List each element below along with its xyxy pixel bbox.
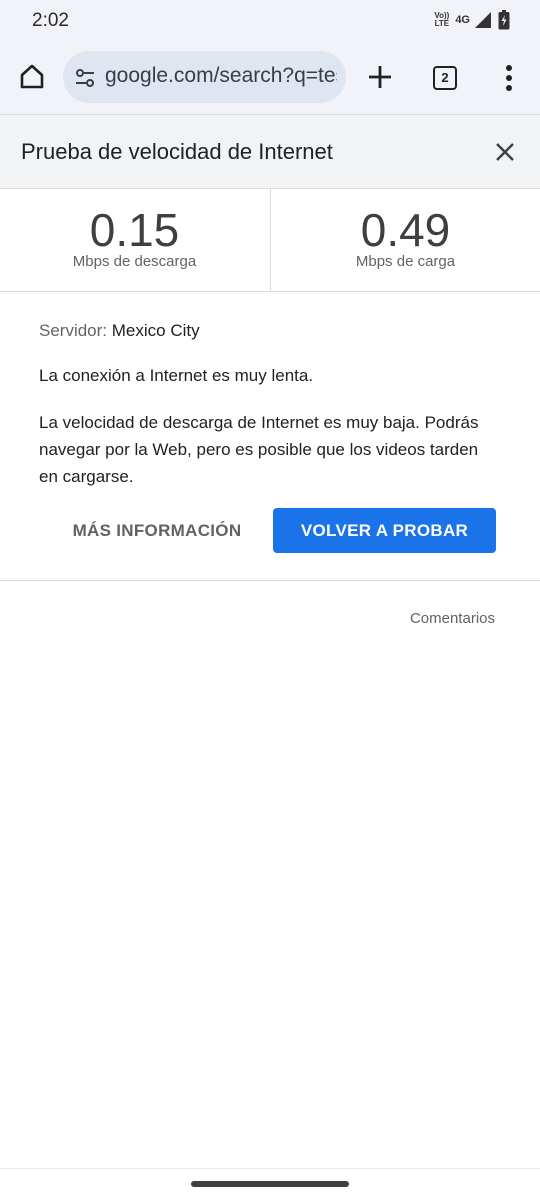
download-metric: 0.15 Mbps de descarga bbox=[0, 188, 269, 291]
omnibox[interactable]: google.com/search?q=test+de+velocidad bbox=[63, 51, 346, 103]
navigation-bar bbox=[0, 1168, 540, 1201]
browser-toolbar: google.com/search?q=test+de+velocidad 2 bbox=[0, 42, 540, 114]
speed-test-title: Prueba de velocidad de Internet bbox=[21, 139, 333, 164]
download-unit: Mbps de descarga bbox=[72, 253, 197, 270]
speed-metrics: 0.15 Mbps de descarga 0.49 Mbps de carga bbox=[0, 188, 540, 292]
close-icon[interactable] bbox=[491, 138, 519, 166]
status-bar: 2:02 Vo)) LTE 4G bbox=[0, 0, 540, 42]
home-button[interactable] bbox=[14, 58, 50, 94]
more-vert-icon[interactable] bbox=[499, 63, 519, 93]
volte-bottom-text: LTE bbox=[434, 19, 450, 28]
tune-icon[interactable] bbox=[73, 66, 97, 90]
tab-switcher-icon[interactable]: 2 bbox=[433, 66, 457, 90]
home-icon bbox=[20, 64, 44, 89]
plus-icon[interactable] bbox=[364, 61, 396, 93]
upload-value: 0.49 bbox=[360, 204, 451, 256]
status-time: 2:02 bbox=[32, 10, 69, 31]
section-divider bbox=[0, 580, 540, 581]
signal-icon bbox=[475, 12, 491, 28]
battery-icon bbox=[498, 10, 510, 30]
volte-icon: Vo)) LTE bbox=[434, 12, 449, 28]
gesture-handle[interactable] bbox=[191, 1181, 349, 1187]
server-value: Mexico City bbox=[111, 321, 200, 340]
speed-description: La velocidad de descarga de Internet es … bbox=[39, 413, 479, 486]
download-value: 0.15 bbox=[89, 204, 180, 256]
status-icons: Vo)) LTE 4G bbox=[434, 9, 510, 31]
upload-unit: Mbps de carga bbox=[355, 253, 456, 270]
server-label: Servidor: bbox=[39, 321, 108, 340]
network-type: 4G bbox=[455, 14, 470, 26]
url-text[interactable]: google.com/search?q=test+de+velocidad bbox=[105, 64, 337, 88]
server-info: Servidor: Mexico City bbox=[39, 321, 200, 341]
connection-message: La conexión a Internet es muy lenta. bbox=[39, 366, 314, 385]
feedback-link[interactable]: Comentarios bbox=[410, 610, 495, 627]
retry-button[interactable]: VOLVER A PROBAR bbox=[273, 508, 496, 553]
more-info-button[interactable]: MÁS INFORMACIÓN bbox=[60, 509, 254, 553]
speed-test-header: Prueba de velocidad de Internet bbox=[0, 114, 540, 189]
upload-metric: 0.49 Mbps de carga bbox=[271, 188, 540, 291]
